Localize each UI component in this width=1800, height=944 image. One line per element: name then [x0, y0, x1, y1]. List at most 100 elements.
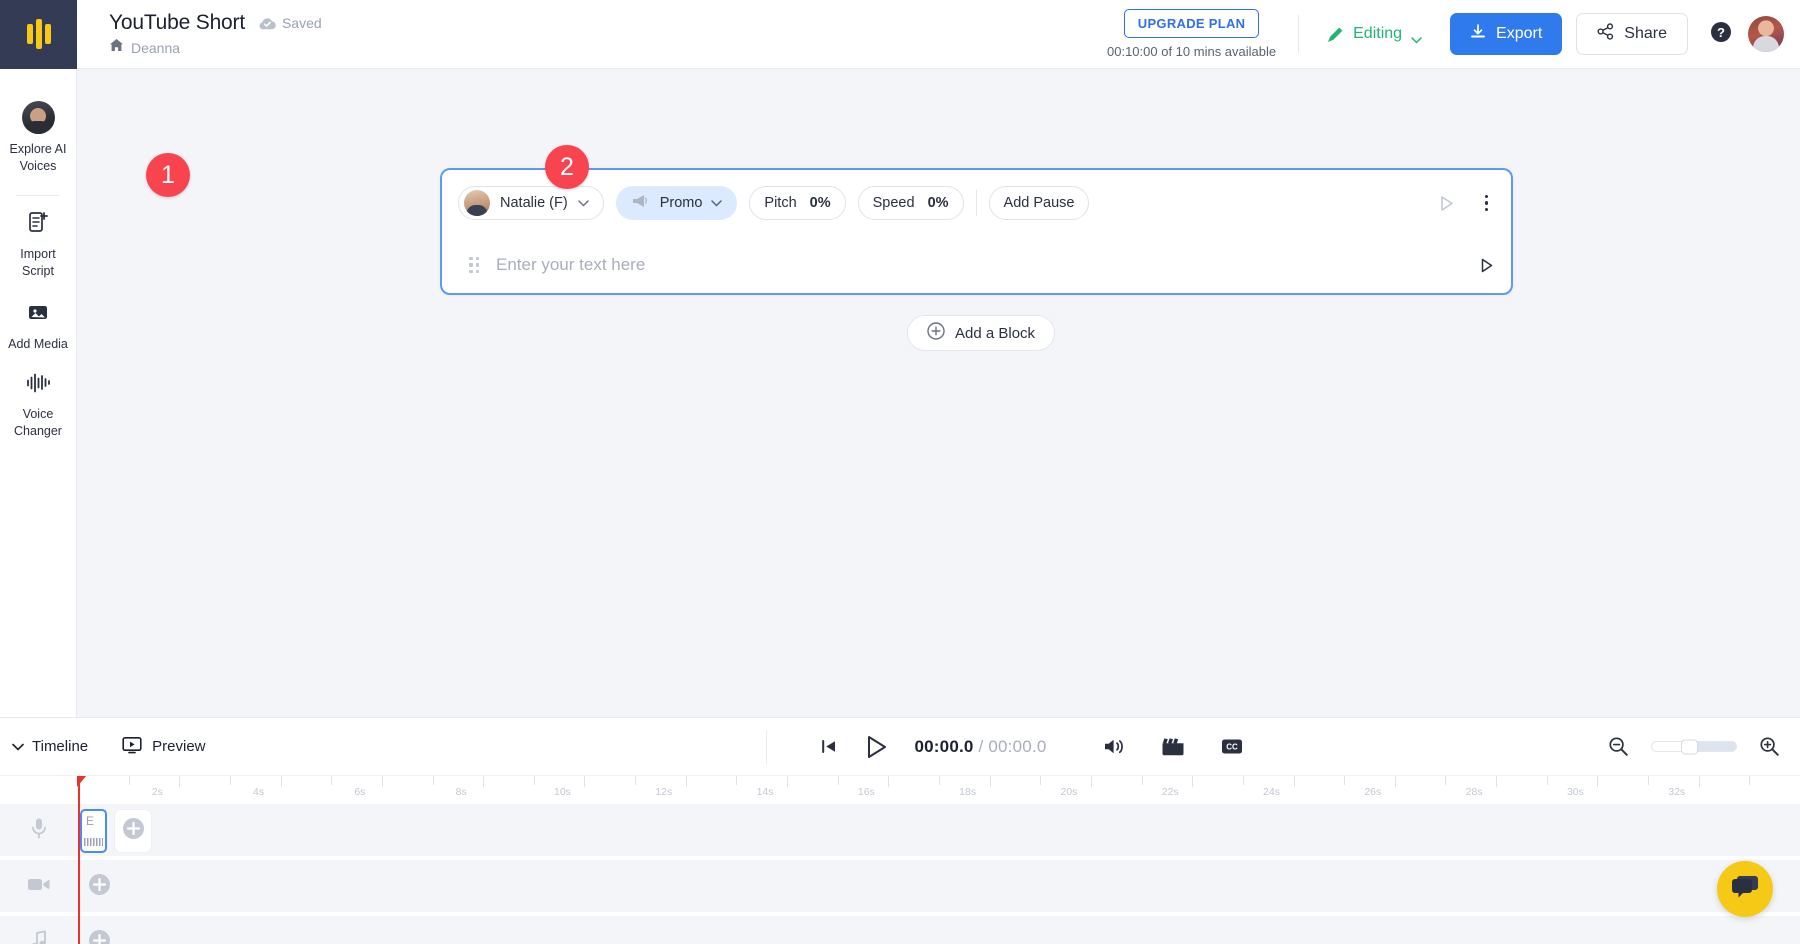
add-media-icon: [26, 300, 50, 329]
ruler-label: 22s: [1162, 786, 1179, 798]
ruler-tick: [635, 776, 636, 785]
pitch-control[interactable]: Pitch 0%: [749, 186, 845, 220]
sidebar-item-voice-changer[interactable]: Voice Changer: [0, 362, 77, 450]
toolbar-divider: [976, 190, 977, 216]
ruler-tick: [230, 776, 231, 785]
app-logo[interactable]: [0, 0, 77, 69]
timeline-tracks: 2s4s6s8s10s12s14s16s18s20s22s24s26s28s30…: [0, 776, 1800, 944]
voice-style-label: Promo: [660, 195, 703, 211]
home-icon: [109, 38, 124, 57]
sidebar-item-label-line2: Changer: [14, 424, 62, 438]
document-title-area: YouTube Short Saved Deanna: [109, 11, 322, 57]
drag-handle-icon[interactable]: [469, 257, 479, 274]
voice-track-body[interactable]: E: [78, 804, 1800, 856]
ruler-tick: [888, 776, 889, 787]
preview-toggle[interactable]: Preview: [122, 736, 205, 758]
ruler-label: 14s: [757, 786, 774, 798]
music-track-header: [0, 916, 78, 944]
megaphone-icon: [631, 193, 651, 213]
ruler-tick: [1344, 776, 1345, 785]
ruler-tick: [1699, 776, 1700, 787]
voice-style-selector[interactable]: Promo: [616, 186, 738, 220]
export-button[interactable]: Export: [1450, 13, 1562, 55]
sidebar-item-explore-ai-voices[interactable]: Explore AI Voices: [0, 91, 77, 185]
voice-track[interactable]: E: [0, 804, 1800, 858]
editing-mode-dropdown[interactable]: Editing: [1321, 21, 1428, 47]
video-track[interactable]: [0, 860, 1800, 914]
add-music-clip-button[interactable]: [80, 921, 118, 944]
add-video-clip-button[interactable]: [80, 865, 118, 909]
share-button[interactable]: Share: [1576, 13, 1688, 55]
transport-divider: [766, 730, 767, 764]
timeline-left-controls: Timeline Preview: [0, 736, 206, 758]
user-avatar[interactable]: [1748, 16, 1784, 52]
music-track-body[interactable]: [78, 916, 1800, 944]
clapperboard-icon[interactable]: [1161, 737, 1185, 756]
add-pause-button[interactable]: Add Pause: [989, 186, 1090, 220]
pitch-label: Pitch: [764, 195, 796, 211]
script-text-input[interactable]: Enter your text here: [496, 255, 1461, 275]
video-track-body[interactable]: [78, 860, 1800, 912]
breadcrumb[interactable]: Deanna: [109, 38, 322, 57]
breadcrumb-label: Deanna: [131, 40, 180, 56]
ruler-tick: [1091, 776, 1092, 787]
sidebar-item-add-media[interactable]: Add Media: [0, 290, 77, 363]
voice-selector[interactable]: Natalie (F): [458, 186, 604, 220]
timeline-zoom-controls: [1608, 736, 1800, 757]
speed-label: Speed: [873, 195, 915, 211]
timeline-playhead[interactable]: [78, 776, 80, 944]
block-menu-icon[interactable]: [1482, 192, 1492, 215]
script-block[interactable]: Natalie (F) Promo Pitch 0%: [440, 168, 1513, 295]
add-voice-clip-button[interactable]: [114, 809, 152, 853]
play-button[interactable]: [863, 734, 889, 760]
ruler-tick: [433, 776, 434, 785]
voice-avatar-icon: [22, 101, 55, 134]
sidebar-item-import-script[interactable]: Import Script: [0, 200, 77, 290]
plan-area: UPGRADE PLAN 00:10:00 of 10 mins availab…: [1107, 9, 1276, 59]
clip-waveform: [84, 838, 103, 846]
annotation-badge-1: 1: [146, 153, 190, 197]
help-circle-icon[interactable]: ?: [1710, 21, 1732, 48]
import-script-icon: [26, 210, 50, 239]
block-text-row[interactable]: Enter your text here: [442, 236, 1511, 293]
sidebar-item-label-line1: Voice: [23, 407, 54, 421]
zoom-out-icon[interactable]: [1608, 736, 1629, 757]
timeline-zoom-slider[interactable]: [1651, 741, 1737, 752]
ruler-tick: [939, 776, 940, 785]
ruler-tick: [382, 776, 383, 787]
voice-name-label: Natalie (F): [500, 195, 568, 211]
timeline-ruler[interactable]: 2s4s6s8s10s12s14s16s18s20s22s24s26s28s30…: [78, 776, 1800, 804]
upgrade-plan-button[interactable]: UPGRADE PLAN: [1124, 9, 1260, 38]
plus-circle-icon: [88, 873, 111, 901]
speed-control[interactable]: Speed 0%: [858, 186, 964, 220]
timeline-toggle[interactable]: Timeline: [12, 738, 88, 755]
volume-icon[interactable]: [1103, 737, 1125, 756]
top-divider: [1298, 15, 1299, 53]
music-track[interactable]: [0, 916, 1800, 944]
ruler-tick: [483, 776, 484, 787]
ruler-tick: [686, 776, 687, 787]
skip-to-start-icon[interactable]: [821, 739, 837, 754]
zoom-in-icon[interactable]: [1759, 736, 1780, 757]
cloud-check-icon: [258, 17, 276, 30]
ruler-tick: [129, 776, 130, 785]
add-block-button[interactable]: Add a Block: [907, 315, 1055, 351]
saved-label: Saved: [282, 15, 322, 31]
chat-support-button[interactable]: [1717, 861, 1773, 917]
sidebar-divider: [16, 195, 60, 196]
ruler-tick: [736, 776, 737, 785]
voice-clip[interactable]: E: [80, 809, 107, 853]
ruler-tick: [1445, 776, 1446, 785]
sidebar-item-label-line1: Import: [20, 247, 55, 261]
closed-caption-icon[interactable]: CC: [1221, 738, 1243, 755]
ruler-tick: [281, 776, 282, 787]
ruler-label: 8s: [456, 786, 467, 798]
top-bar: YouTube Short Saved Deanna UPGRADE PLAN …: [0, 0, 1800, 69]
line-play-icon[interactable]: [1478, 257, 1495, 274]
sidebar-item-label-line1: Add Media: [8, 337, 68, 351]
plus-circle-icon: [122, 817, 145, 845]
block-play-icon[interactable]: [1437, 194, 1456, 213]
zoom-slider-handle[interactable]: [1681, 739, 1698, 754]
editor-canvas: Natalie (F) Promo Pitch 0%: [77, 69, 1800, 717]
ruler-tick: [1243, 776, 1244, 785]
